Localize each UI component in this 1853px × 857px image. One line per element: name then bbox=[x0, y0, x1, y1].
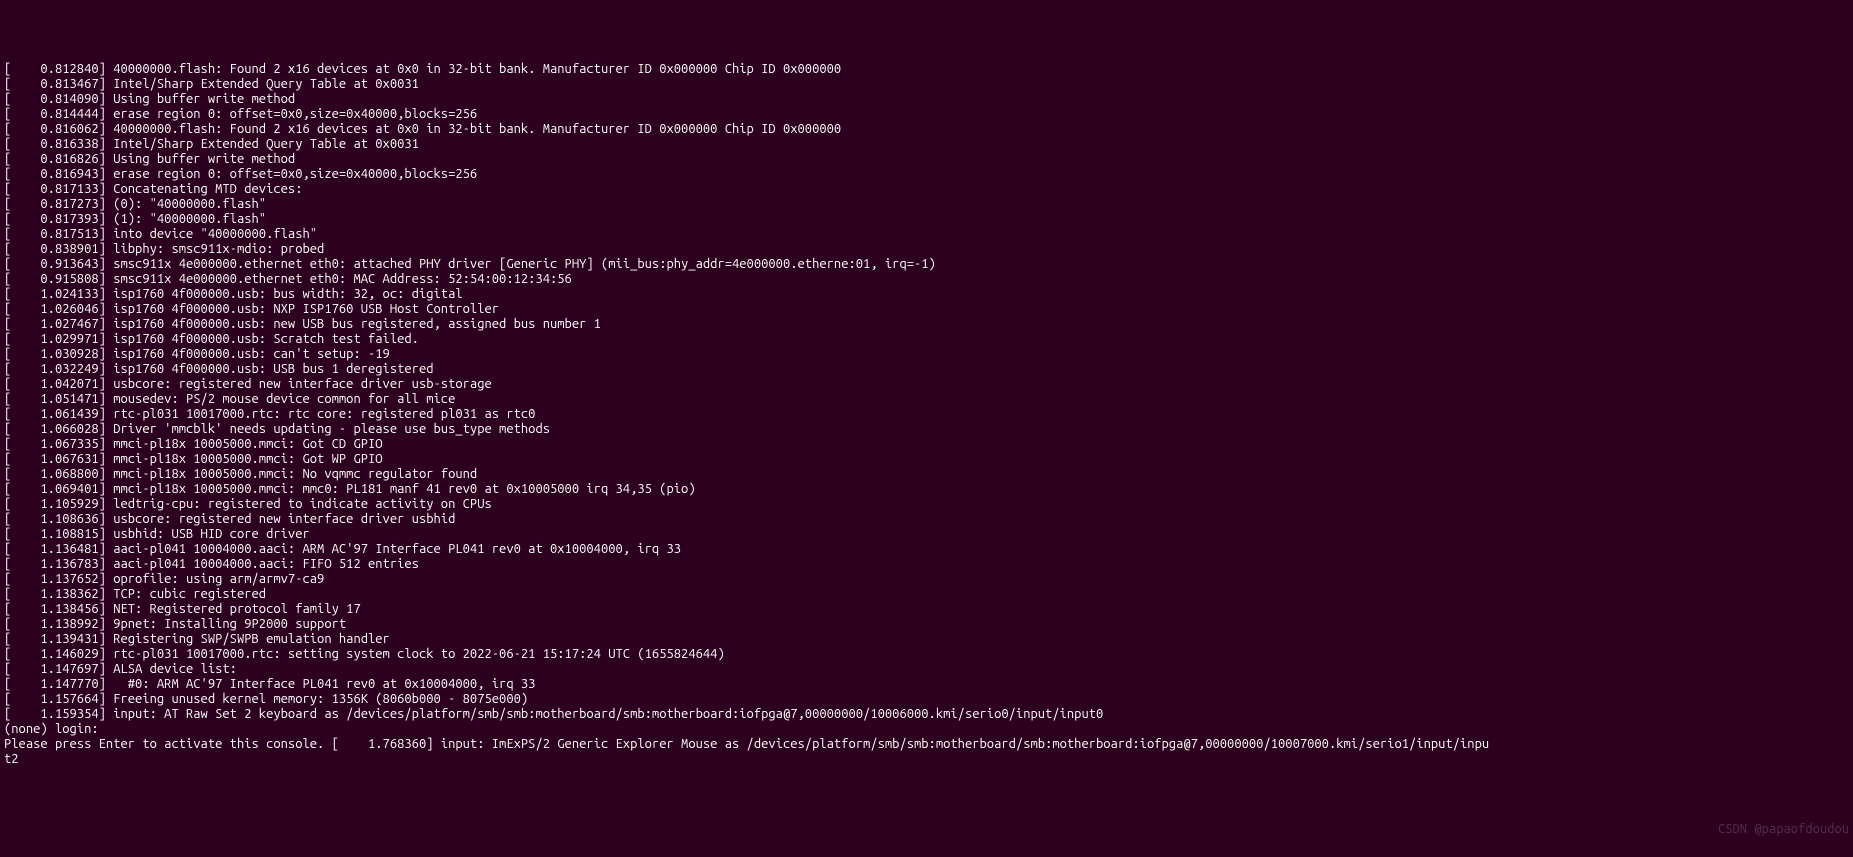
log-line: [ 1.147697] ALSA device list: bbox=[4, 662, 1849, 677]
terminal-output[interactable]: [ 0.812840] 40000000.flash: Found 2 x16 … bbox=[4, 62, 1849, 767]
log-line: [ 1.147770] #0: ARM AC'97 Interface PL04… bbox=[4, 677, 1849, 692]
log-line: [ 0.915808] smsc911x 4e000000.ethernet e… bbox=[4, 272, 1849, 287]
log-line: [ 1.029971] isp1760 4f000000.usb: Scratc… bbox=[4, 332, 1849, 347]
log-line: [ 0.817273] (0): "40000000.flash" bbox=[4, 197, 1849, 212]
log-line: [ 1.027467] isp1760 4f000000.usb: new US… bbox=[4, 317, 1849, 332]
log-line: [ 1.051471] mousedev: PS/2 mouse device … bbox=[4, 392, 1849, 407]
watermark-text: CSDN @papaofdoudou bbox=[1718, 822, 1849, 837]
log-line: [ 1.136481] aaci-pl041 10004000.aaci: AR… bbox=[4, 542, 1849, 557]
log-line: [ 0.816826] Using buffer write method bbox=[4, 152, 1849, 167]
log-line: [ 0.814090] Using buffer write method bbox=[4, 92, 1849, 107]
log-line: [ 1.136783] aaci-pl041 10004000.aaci: FI… bbox=[4, 557, 1849, 572]
log-line: [ 1.139431] Registering SWP/SWPB emulati… bbox=[4, 632, 1849, 647]
log-line: [ 1.108636] usbcore: registered new inte… bbox=[4, 512, 1849, 527]
log-line: [ 1.026046] isp1760 4f000000.usb: NXP IS… bbox=[4, 302, 1849, 317]
log-line: t2 bbox=[4, 752, 1849, 767]
log-line: [ 1.067631] mmci-pl18x 10005000.mmci: Go… bbox=[4, 452, 1849, 467]
log-line: [ 1.137652] oprofile: using arm/armv7-ca… bbox=[4, 572, 1849, 587]
log-line: [ 1.108815] usbhid: USB HID core driver bbox=[4, 527, 1849, 542]
log-line: [ 0.817393] (1): "40000000.flash" bbox=[4, 212, 1849, 227]
log-line: [ 1.138362] TCP: cubic registered bbox=[4, 587, 1849, 602]
log-line: [ 1.067335] mmci-pl18x 10005000.mmci: Go… bbox=[4, 437, 1849, 452]
log-line: [ 1.042071] usbcore: registered new inte… bbox=[4, 377, 1849, 392]
log-line: [ 0.817133] Concatenating MTD devices: bbox=[4, 182, 1849, 197]
log-line: [ 1.068800] mmci-pl18x 10005000.mmci: No… bbox=[4, 467, 1849, 482]
log-line: [ 1.138456] NET: Registered protocol fam… bbox=[4, 602, 1849, 617]
log-line: [ 0.816338] Intel/Sharp Extended Query T… bbox=[4, 137, 1849, 152]
log-line: [ 0.816062] 40000000.flash: Found 2 x16 … bbox=[4, 122, 1849, 137]
log-line: [ 0.813467] Intel/Sharp Extended Query T… bbox=[4, 77, 1849, 92]
log-line: [ 1.066028] Driver 'mmcblk' needs updati… bbox=[4, 422, 1849, 437]
log-line: [ 0.838901] libphy: smsc911x-mdio: probe… bbox=[4, 242, 1849, 257]
log-line: [ 1.105929] ledtrig-cpu: registered to i… bbox=[4, 497, 1849, 512]
log-line: [ 1.159354] input: AT Raw Set 2 keyboard… bbox=[4, 707, 1849, 722]
log-line: (none) login: bbox=[4, 722, 1849, 737]
log-line: [ 1.061439] rtc-pl031 10017000.rtc: rtc … bbox=[4, 407, 1849, 422]
log-line: [ 1.030928] isp1760 4f000000.usb: can't … bbox=[4, 347, 1849, 362]
log-line: [ 1.032249] isp1760 4f000000.usb: USB bu… bbox=[4, 362, 1849, 377]
log-line: [ 0.812840] 40000000.flash: Found 2 x16 … bbox=[4, 62, 1849, 77]
log-line: [ 1.069401] mmci-pl18x 10005000.mmci: mm… bbox=[4, 482, 1849, 497]
log-line: Please press Enter to activate this cons… bbox=[4, 737, 1849, 752]
log-line: [ 0.817513] into device "40000000.flash" bbox=[4, 227, 1849, 242]
log-line: [ 1.138992] 9pnet: Installing 9P2000 sup… bbox=[4, 617, 1849, 632]
log-line: [ 0.814444] erase region 0: offset=0x0,s… bbox=[4, 107, 1849, 122]
log-line: [ 1.146029] rtc-pl031 10017000.rtc: sett… bbox=[4, 647, 1849, 662]
log-line: [ 0.816943] erase region 0: offset=0x0,s… bbox=[4, 167, 1849, 182]
log-line: [ 1.024133] isp1760 4f000000.usb: bus wi… bbox=[4, 287, 1849, 302]
log-line: [ 0.913643] smsc911x 4e000000.ethernet e… bbox=[4, 257, 1849, 272]
log-line: [ 1.157664] Freeing unused kernel memory… bbox=[4, 692, 1849, 707]
